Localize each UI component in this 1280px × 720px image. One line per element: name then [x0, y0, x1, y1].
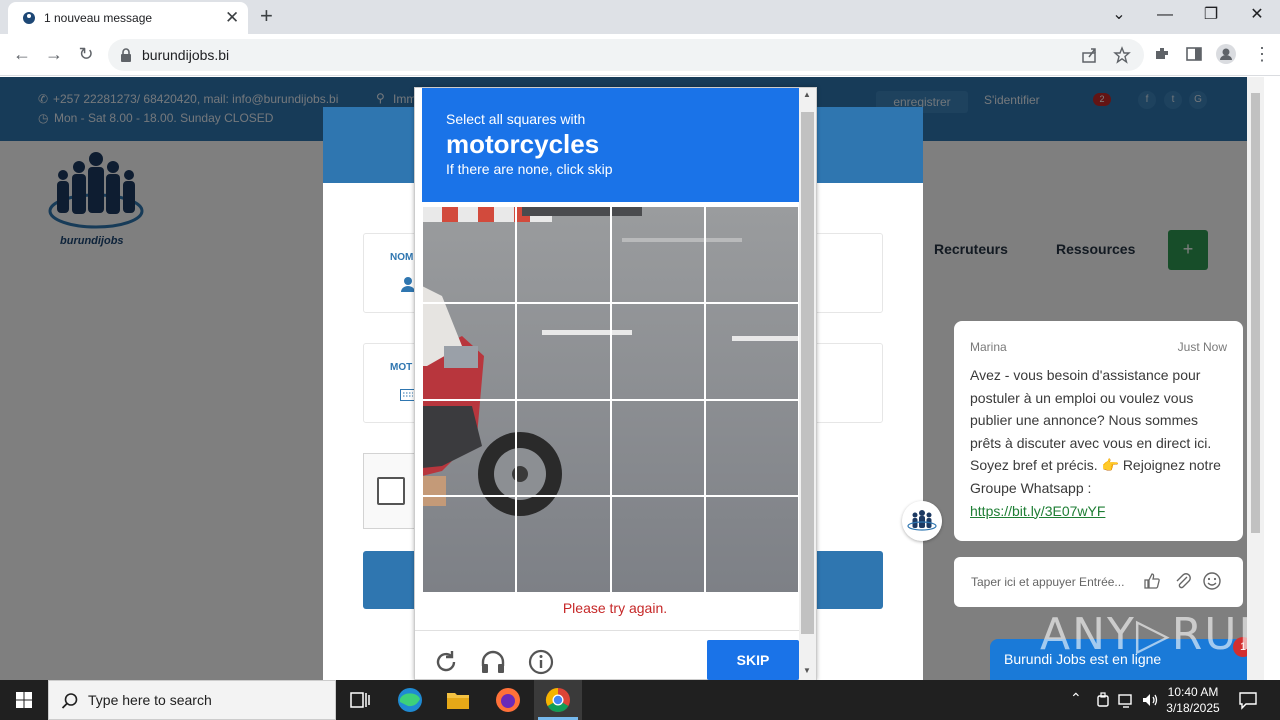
challenge-image-grid	[422, 206, 799, 593]
scroll-up-icon[interactable]: ▲	[803, 90, 811, 99]
browser-toolbar: ← → ↻ burundijobs.bi ⋮	[0, 34, 1280, 76]
info-icon[interactable]	[527, 648, 555, 676]
recaptcha-checkbox[interactable]	[377, 477, 405, 505]
captcha-tile-1[interactable]	[422, 206, 517, 303]
chat-timestamp: Just Now	[1177, 340, 1227, 354]
challenge-hint: If there are none, click skip	[446, 161, 613, 177]
captcha-tile-16[interactable]	[704, 496, 799, 593]
taskbar-search[interactable]: Type here to search	[48, 680, 336, 720]
usb-device-icon[interactable]	[1094, 691, 1112, 709]
chat-message-text: Avez - vous besoin d'assistance pour pos…	[970, 364, 1230, 522]
challenge-error: Please try again.	[562, 600, 668, 616]
chat-message-bubble: Marina Just Now Avez - vous besoin d'ass…	[954, 321, 1243, 541]
captcha-tile-3[interactable]	[610, 206, 705, 303]
challenge-target: motorcycles	[446, 129, 600, 159]
forward-arrow-icon[interactable]: →	[42, 43, 66, 65]
site-favicon-icon	[23, 12, 35, 24]
browser-tab[interactable]: 1 nouveau message ✕	[8, 2, 248, 34]
captcha-tile-12[interactable]	[704, 399, 799, 497]
captcha-tile-5[interactable]	[422, 302, 517, 400]
captcha-tile-13[interactable]	[422, 496, 517, 593]
captcha-tile-10[interactable]	[516, 399, 611, 497]
firefox-icon[interactable]	[484, 680, 532, 720]
search-icon	[61, 693, 78, 709]
network-icon[interactable]	[1117, 691, 1135, 709]
close-window-button[interactable]: ✕	[1234, 4, 1280, 26]
name-label: NOM	[390, 252, 414, 263]
chat-message-body: Avez - vous besoin d'assistance pour pos…	[970, 367, 1221, 496]
password-label: MOT	[390, 362, 413, 373]
attachment-icon[interactable]	[1173, 571, 1193, 591]
recaptcha-challenge: Select all squares with motorcycles If t…	[414, 87, 817, 681]
profile-avatar-icon[interactable]	[1216, 44, 1236, 64]
challenge-scrollbar[interactable]: ▲ ▼	[799, 88, 816, 681]
tab-search-icon[interactable]: ⌄	[1096, 4, 1142, 26]
captcha-tile-15[interactable]	[610, 496, 705, 593]
challenge-divider	[415, 630, 800, 631]
search-placeholder: Type here to search	[88, 692, 212, 708]
challenge-tiles	[422, 206, 799, 593]
notification-center-icon[interactable]	[1238, 690, 1258, 710]
windows-taskbar: Type here to search ⌃ 10:40 AM 3/18/2025	[0, 680, 1280, 720]
minimize-button[interactable]: —	[1142, 4, 1188, 26]
file-explorer-icon[interactable]	[434, 680, 482, 720]
tab-title: 1 nouveau message	[44, 11, 153, 25]
restore-button[interactable]: ❐	[1188, 4, 1234, 26]
skip-button[interactable]: SKIP	[707, 640, 799, 680]
edge-browser-icon[interactable]	[386, 680, 434, 720]
side-panel-icon[interactable]	[1185, 45, 1203, 63]
task-view-icon[interactable]	[336, 680, 384, 720]
tab-strip: 1 nouveau message ✕ + ⌄ — ❐ ✕	[0, 0, 1280, 34]
captcha-tile-4[interactable]	[704, 206, 799, 303]
captcha-tile-14[interactable]	[516, 496, 611, 593]
captcha-tile-2[interactable]	[516, 206, 611, 303]
tray-chevron-icon[interactable]: ⌃	[1070, 690, 1082, 707]
reload-challenge-icon[interactable]	[432, 648, 460, 676]
captcha-tile-8[interactable]	[704, 302, 799, 400]
emoji-icon[interactable]	[1202, 571, 1222, 591]
challenge-instruction: Select all squares with	[446, 111, 586, 127]
page-scrollbar[interactable]	[1247, 77, 1264, 680]
anyrun-watermark: ANY▷RUN	[1040, 609, 1247, 660]
audio-challenge-icon[interactable]	[479, 648, 507, 676]
chat-input-field[interactable]: Taper ici et appuyer Entrée...	[954, 557, 1243, 607]
challenge-header: Select all squares with motorcycles If t…	[422, 88, 799, 202]
captcha-tile-9[interactable]	[422, 399, 517, 497]
scroll-down-icon[interactable]: ▼	[803, 666, 811, 675]
chat-agent-name: Marina	[970, 340, 1007, 354]
chat-agent-avatar	[902, 501, 942, 541]
volume-icon[interactable]	[1141, 691, 1159, 709]
chrome-icon[interactable]	[534, 680, 582, 720]
url-text: burundijobs.bi	[142, 47, 230, 63]
system-clock[interactable]: 10:40 AM 3/18/2025	[1158, 684, 1228, 716]
clock-date: 3/18/2025	[1166, 701, 1220, 715]
address-bar[interactable]: burundijobs.bi	[108, 39, 1144, 71]
close-tab-icon[interactable]: ✕	[225, 8, 239, 28]
thumbs-up-icon[interactable]	[1142, 571, 1162, 591]
page-scrollbar-thumb[interactable]	[1251, 93, 1260, 533]
captcha-tile-11[interactable]	[610, 399, 705, 497]
share-icon[interactable]	[1081, 46, 1099, 64]
bookmark-star-icon[interactable]	[1113, 46, 1131, 64]
lock-icon	[121, 48, 131, 62]
chat-input-placeholder: Taper ici et appuyer Entrée...	[971, 575, 1125, 589]
extensions-puzzle-icon[interactable]	[1153, 45, 1171, 63]
whatsapp-link[interactable]: https://bit.ly/3E07wYF	[970, 503, 1105, 519]
captcha-tile-7[interactable]	[610, 302, 705, 400]
new-tab-button[interactable]: +	[260, 4, 273, 28]
reload-icon[interactable]: ↻	[74, 43, 98, 65]
back-arrow-icon[interactable]: ←	[10, 43, 34, 65]
clock-time: 10:40 AM	[1167, 685, 1219, 699]
browser-menu-icon[interactable]: ⋮	[1250, 43, 1274, 65]
challenge-scrollbar-thumb[interactable]	[801, 112, 814, 634]
captcha-tile-6[interactable]	[516, 302, 611, 400]
windows-start-icon[interactable]	[0, 680, 48, 720]
